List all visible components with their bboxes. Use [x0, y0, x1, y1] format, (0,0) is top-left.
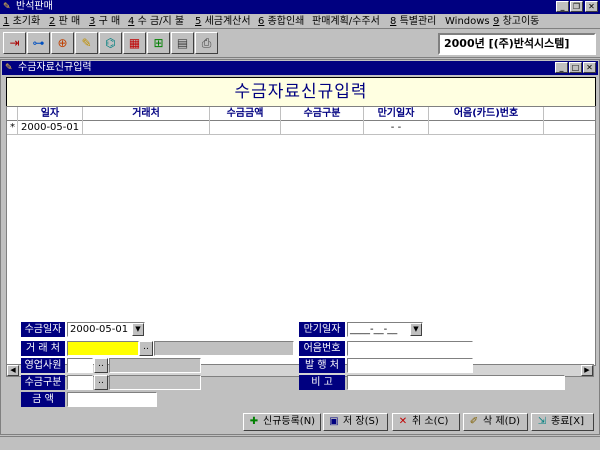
customer-name-display: [154, 341, 294, 356]
calculator-icon[interactable]: ▤: [171, 32, 194, 54]
sales-rep-lookup-button[interactable]: ..: [94, 358, 108, 373]
delete-label: 삭 제(D): [483, 416, 521, 427]
menu-print[interactable]: 6 종합인쇄: [258, 15, 304, 28]
new-doc-icon: ✚: [249, 416, 259, 427]
cell-due-date[interactable]: - -: [365, 121, 427, 134]
amount-field[interactable]: [67, 392, 157, 407]
row-marker: *: [10, 122, 15, 133]
minimize-button[interactable]: _: [556, 1, 569, 12]
menu-tax-invoice[interactable]: 5 세금계산서: [195, 15, 251, 28]
remarks-field[interactable]: [347, 375, 565, 390]
floppy-disk-icon: ▣: [329, 416, 339, 427]
cell-date[interactable]: 2000-05-01: [21, 121, 83, 134]
issuer-label: 발 행 처: [299, 358, 345, 373]
close-window-button[interactable]: ⇲ 종료[X]: [531, 413, 594, 431]
cell-customer[interactable]: [85, 121, 209, 134]
network-icon[interactable]: ⌬: [99, 32, 122, 54]
bill-number-label: 어음번호: [299, 341, 345, 356]
child-pen-icon: ✎: [5, 63, 13, 73]
calendar-icon[interactable]: ⊞: [147, 32, 170, 54]
eraser-icon: ✐: [469, 416, 479, 427]
app-title-bar: ✎ 반석판매 _ ❐ ✕: [0, 0, 600, 14]
cancel-label: 취 소(C): [412, 416, 449, 427]
date-label: 수금일자: [21, 322, 65, 337]
collection-type-name-display: [109, 375, 201, 390]
collection-type-field[interactable]: [67, 375, 93, 390]
cell-bill-number[interactable]: [431, 121, 543, 134]
due-date-dropdown-icon[interactable]: ▼: [410, 323, 422, 336]
company-label: 2000년 [(주)반석시스템]: [438, 33, 596, 55]
due-date-label: 만기일자: [299, 322, 345, 337]
globe-icon[interactable]: ⊕: [51, 32, 74, 54]
customer-lookup-button[interactable]: ..: [139, 341, 153, 356]
toolbar: ⇥ ⊶ ⊕ ✎ ⌬ ▦ ⊞ ▤ ⎙ 2000년 [(주)반석시스템]: [0, 30, 600, 58]
menu-windows[interactable]: Windows: [445, 15, 490, 28]
col-header-amount[interactable]: 수금금액: [210, 107, 280, 121]
amount-label: 금 액: [21, 392, 65, 407]
sales-rep-name-display: [109, 358, 201, 373]
customer-label: 거 래 처: [21, 341, 65, 356]
child-close-button[interactable]: ✕: [583, 62, 596, 73]
scroll-right-icon[interactable]: ▶: [581, 365, 593, 376]
col-header-date[interactable]: 일자: [18, 107, 82, 121]
cancel-button[interactable]: ✕ 취 소(C): [392, 413, 460, 431]
menu-sales-plan[interactable]: 판매계획/수주서: [312, 15, 380, 28]
save-label: 저 장(S): [343, 416, 379, 427]
child-window: ✎ 수금자료신규입력 _ □ ✕ 수금자료신규입력 일자 거래처 수금금액 수금…: [0, 59, 600, 435]
child-minimize-button[interactable]: _: [555, 62, 568, 73]
collection-type-label: 수금구분: [21, 375, 65, 390]
sales-rep-label: 영업사원: [21, 358, 65, 373]
page-title-banner: 수금자료신규입력: [6, 77, 596, 109]
bill-number-field[interactable]: [347, 341, 473, 356]
menu-warehouse[interactable]: 9 창고이동: [493, 15, 539, 28]
issuer-field[interactable]: [347, 358, 473, 373]
remarks-label: 비 고: [299, 375, 345, 390]
close-button[interactable]: ✕: [585, 1, 598, 12]
menu-bar: 1 초기화 2 판 매 3 구 매 4 수 금/지 불 5 세금계산서 6 종합…: [0, 14, 600, 29]
menu-special[interactable]: 8 특별관리: [390, 15, 436, 28]
exit-door-icon[interactable]: ⇥: [3, 32, 26, 54]
tree-icon[interactable]: ⊶: [27, 32, 50, 54]
customer-field[interactable]: [67, 341, 139, 356]
collection-type-lookup-button[interactable]: ..: [94, 375, 108, 390]
menu-sales[interactable]: 2 판 매: [49, 15, 80, 28]
col-header-due-date[interactable]: 만기일자: [364, 107, 428, 121]
grid-table-icon[interactable]: ▦: [123, 32, 146, 54]
col-header-extra: [544, 107, 595, 121]
status-bar: [0, 436, 600, 450]
app-title: 반석판매: [16, 1, 53, 12]
child-title: 수금자료신규입력: [18, 62, 92, 73]
close-label: 종료[X]: [551, 416, 585, 427]
printer-icon[interactable]: ⎙: [195, 32, 218, 54]
cell-amount[interactable]: [212, 121, 280, 134]
pencil-icon[interactable]: ✎: [75, 32, 98, 54]
sales-rep-field[interactable]: [67, 358, 93, 373]
delete-button[interactable]: ✐ 삭 제(D): [463, 413, 528, 431]
restore-button[interactable]: ❐: [570, 1, 583, 12]
new-entry-label: 신규등록(N): [263, 416, 316, 427]
child-maximize-button[interactable]: □: [569, 62, 582, 73]
row-selector-header: [7, 107, 17, 121]
date-dropdown-icon[interactable]: ▼: [132, 323, 144, 336]
col-header-customer[interactable]: 거래처: [83, 107, 209, 121]
menu-collection-payment[interactable]: 4 수 금/지 불: [128, 15, 184, 28]
menu-init[interactable]: 1 초기화: [3, 15, 40, 28]
new-entry-button[interactable]: ✚ 신규등록(N): [243, 413, 321, 431]
child-title-bar: ✎ 수금자료신규입력 _ □ ✕: [2, 61, 598, 75]
date-value: 2000-05-01: [70, 324, 129, 335]
app-pen-icon: ✎: [3, 2, 11, 12]
scroll-left-icon[interactable]: ◀: [7, 365, 19, 376]
cancel-x-icon: ✕: [398, 416, 408, 427]
save-button[interactable]: ▣ 저 장(S): [323, 413, 388, 431]
menu-purchase[interactable]: 3 구 매: [89, 15, 120, 28]
exit-icon: ⇲: [537, 416, 547, 427]
due-date-value: ____-__-__: [350, 324, 398, 335]
col-header-type[interactable]: 수금구분: [281, 107, 363, 121]
col-header-bill-number[interactable]: 어음(카드)번호: [429, 107, 543, 121]
cell-type[interactable]: [283, 121, 363, 134]
